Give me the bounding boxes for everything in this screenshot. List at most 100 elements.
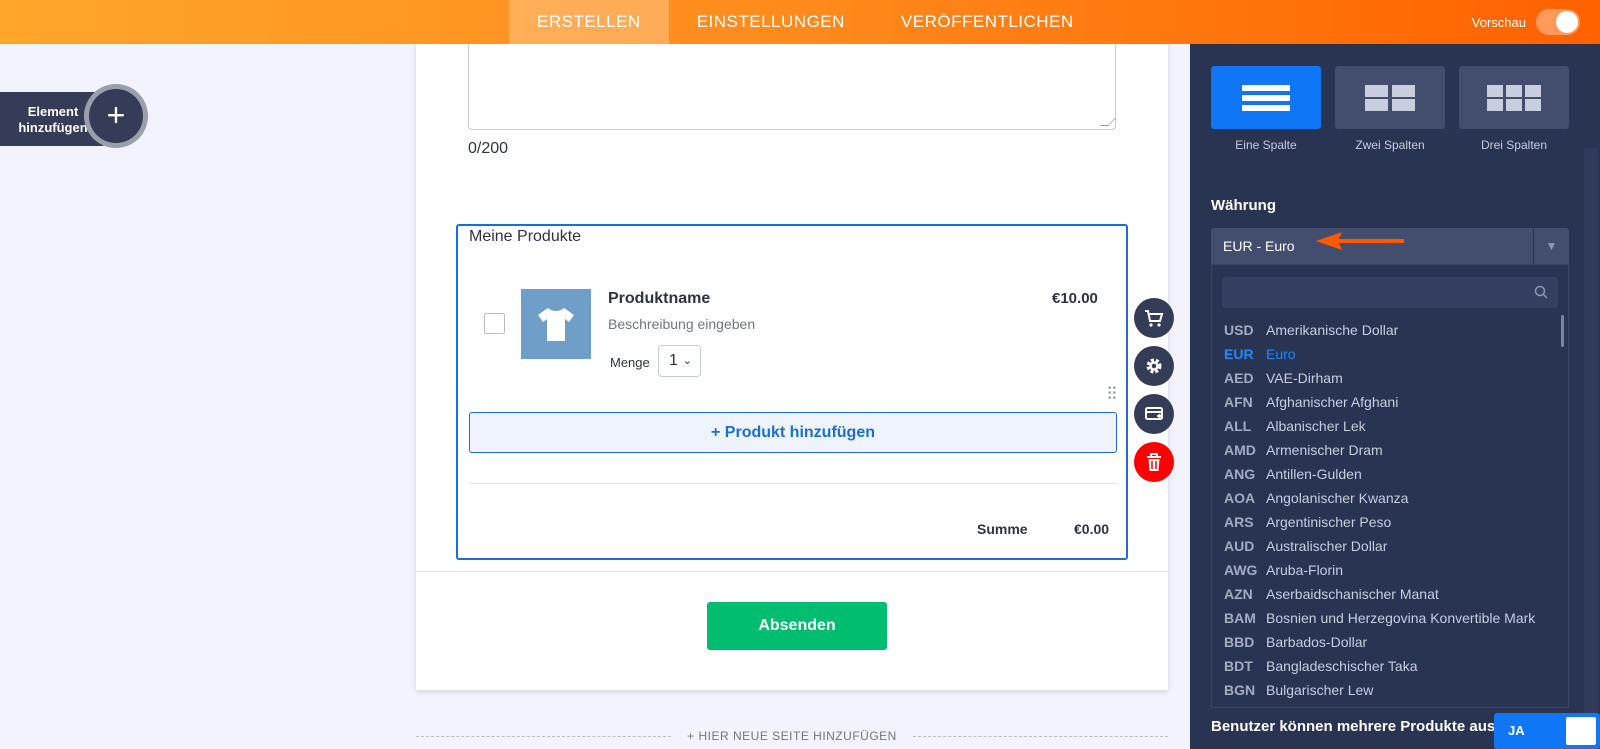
chevron-down-icon: ⌄ <box>682 355 692 367</box>
currency-name: Argentinischer Peso <box>1266 514 1392 530</box>
currency-name: Euro <box>1266 346 1296 362</box>
sum-label: Summe <box>977 521 1028 537</box>
currency-code: AZN <box>1224 586 1253 602</box>
quantity-value: 1 <box>669 352 678 369</box>
currency-option[interactable]: AFN Afghanischer Afghani <box>1212 390 1552 414</box>
resize-handle-icon[interactable] <box>1100 118 1116 126</box>
currency-search-input[interactable] <box>1222 277 1558 308</box>
currency-code: BGN <box>1224 682 1256 698</box>
currency-code: ALL <box>1224 418 1252 434</box>
preview-control: Vorschau <box>1472 0 1580 44</box>
currency-code: EUR <box>1224 346 1254 362</box>
tab-einstellungen[interactable]: EINSTELLUNGEN <box>669 0 873 44</box>
toggle-knob <box>1566 717 1596 745</box>
chevron-down-icon[interactable]: ▼ <box>1533 228 1569 264</box>
product-checkbox[interactable] <box>484 313 505 334</box>
currency-name: Armenischer Dram <box>1266 442 1383 458</box>
currency-option[interactable]: ANG Antillen-Gulden <box>1212 462 1552 486</box>
product-price: €10.00 <box>1052 290 1098 307</box>
currency-code: USD <box>1224 322 1254 338</box>
currency-code: BAM <box>1224 610 1256 626</box>
currency-name: VAE-Dirham <box>1266 370 1343 386</box>
product-divider <box>469 483 1117 484</box>
plus-icon: + <box>89 89 143 143</box>
quantity-label: Menge <box>610 355 650 370</box>
currency-name: Albanischer Lek <box>1266 418 1366 434</box>
currency-option[interactable]: BBD Barbados-Dollar <box>1212 630 1552 654</box>
trash-icon <box>1147 453 1161 471</box>
character-counter: 0/200 <box>468 140 509 157</box>
currency-code: ANG <box>1224 466 1256 482</box>
currency-option[interactable]: AWG Aruba-Florin <box>1212 558 1552 582</box>
currency-option[interactable]: BDT Bangladeschischer Taka <box>1212 654 1552 678</box>
panel-scrollbar[interactable] <box>1584 148 1598 749</box>
add-page-label[interactable]: + HIER NEUE SEITE HINZUFÜGEN <box>687 729 897 743</box>
sum-value: €0.00 <box>1074 521 1110 537</box>
payment-tool-button[interactable] <box>1134 394 1174 434</box>
multi-select-value: JA <box>1508 723 1525 738</box>
currency-code: BBD <box>1224 634 1255 650</box>
currency-name: Angolanischer Kwanza <box>1266 490 1409 506</box>
currency-option[interactable]: AED VAE-Dirham <box>1212 366 1552 390</box>
settings-tool-button[interactable] <box>1134 346 1174 386</box>
dashed-line-right <box>912 735 1169 737</box>
quantity-select[interactable]: 1 ⌄ <box>658 345 701 377</box>
drag-handle-icon[interactable]: •• •• •• <box>1108 384 1118 404</box>
currency-option[interactable]: AZN Aserbaidschanischer Manat <box>1212 582 1552 606</box>
currency-code: ARS <box>1224 514 1254 530</box>
layout-one-column-label: Eine Spalte <box>1235 138 1297 152</box>
currency-name: Bulgarischer Lew <box>1266 682 1374 698</box>
preview-label: Vorschau <box>1471 14 1526 30</box>
currency-name: Afghanischer Afghani <box>1266 394 1399 410</box>
currency-code: AOA <box>1224 490 1256 506</box>
two-columns-layout-icon <box>1335 66 1445 129</box>
currency-option[interactable]: AMD Armenischer Dram <box>1212 438 1552 462</box>
currency-option[interactable]: AUD Australischer Dollar <box>1212 534 1552 558</box>
multi-select-toggle[interactable]: JA <box>1494 713 1600 749</box>
currency-name: Bangladeschischer Taka <box>1266 658 1418 674</box>
currency-name: Aserbaidschanischer Manat <box>1266 586 1439 602</box>
currency-option[interactable]: ARS Argentinischer Peso <box>1212 510 1552 534</box>
pointer-arrow-icon <box>1316 232 1404 250</box>
gear-icon <box>1146 358 1162 374</box>
layout-two-columns[interactable]: Zwei Spalten <box>1335 66 1445 152</box>
currency-option[interactable]: EUR Euro <box>1212 342 1552 366</box>
tab-veroeffentlichen[interactable]: VERÖFFENTLICHEN <box>873 0 1102 44</box>
layout-three-columns-label: Drei Spalten <box>1480 138 1548 152</box>
add-element-circle[interactable]: + <box>84 84 148 148</box>
dropdown-scrollbar[interactable] <box>1561 315 1564 347</box>
currency-code: AWG <box>1224 562 1258 578</box>
product-list-widget[interactable] <box>456 224 1128 560</box>
product-name: Produktname <box>608 290 711 307</box>
payment-add-icon <box>1145 407 1163 420</box>
main-tabs: ERSTELLEN EINSTELLUNGEN VERÖFFENTLICHEN <box>509 0 1102 44</box>
currency-name: Bosnien und Herzegovina Konvertible Mark <box>1266 610 1536 626</box>
currency-dropdown: USD Amerikanische Dollar EUR Euro AED VAE-Dir… <box>1211 264 1569 708</box>
tshirt-icon <box>538 308 574 341</box>
cart-icon <box>1145 310 1164 327</box>
currency-code: AUD <box>1224 538 1255 554</box>
tab-erstellen[interactable]: ERSTELLEN <box>509 0 669 44</box>
layout-three-columns[interactable]: Drei Spalten <box>1459 66 1569 152</box>
currency-option[interactable]: ALL Albanischer Lek <box>1212 414 1552 438</box>
currency-name: Antillen-Gulden <box>1266 466 1362 482</box>
currency-option[interactable]: BGN Bulgarischer Lew <box>1212 678 1552 702</box>
long-text-field[interactable] <box>468 30 1116 130</box>
currency-option[interactable]: BAM Bosnien und Herzegovina Konvertible M… <box>1212 606 1552 630</box>
add-product-button[interactable]: + Produkt hinzufügen <box>469 412 1117 453</box>
delete-tool-button[interactable] <box>1134 442 1174 482</box>
search-icon <box>1534 285 1548 299</box>
three-columns-layout-icon <box>1459 66 1569 129</box>
preview-toggle[interactable] <box>1536 9 1580 35</box>
add-page-row[interactable]: + HIER NEUE SEITE HINZUFÜGEN <box>416 727 1169 745</box>
one-column-layout-icon <box>1211 66 1321 129</box>
currency-name: Amerikanische Dollar <box>1266 322 1399 338</box>
currency-option[interactable]: AOA Angolanischer Kwanza <box>1212 486 1552 510</box>
top-navigation-bar: ERSTELLEN EINSTELLUNGEN VERÖFFENTLICHEN … <box>0 0 1600 44</box>
currency-option[interactable]: USD Amerikanische Dollar <box>1212 318 1552 342</box>
currency-name: Aruba-Florin <box>1266 562 1344 578</box>
cart-tool-button[interactable] <box>1134 298 1174 338</box>
submit-button[interactable]: Absenden <box>707 602 887 650</box>
toggle-knob <box>1556 11 1578 33</box>
layout-one-column[interactable]: Eine Spalte <box>1211 66 1321 152</box>
